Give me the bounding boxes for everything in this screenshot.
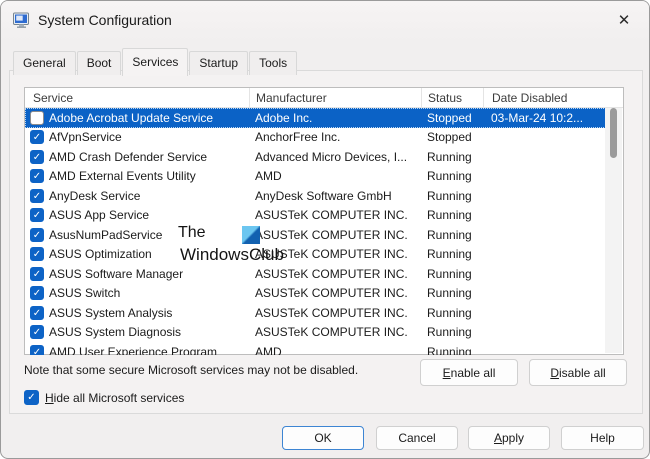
cell-manufacturer: ASUSTeK COMPUTER INC.	[249, 286, 421, 300]
table-row[interactable]: AMD Crash Defender ServiceAdvanced Micro…	[25, 147, 606, 167]
row-checkbox[interactable]	[30, 228, 44, 242]
cell-manufacturer: ASUSTeK COMPUTER INC.	[249, 267, 421, 281]
table-row[interactable]: ASUS App ServiceASUSTeK COMPUTER INC.Run…	[25, 206, 606, 226]
row-checkbox[interactable]	[30, 286, 44, 300]
cell-manufacturer: AnchorFree Inc.	[249, 130, 421, 144]
cell-date: 03-Mar-24 10:2...	[483, 111, 606, 125]
services-list: Service Manufacturer Status Date Disable…	[24, 87, 624, 355]
cell-manufacturer: Advanced Micro Devices, I...	[249, 150, 421, 164]
tab-services[interactable]: Services	[122, 48, 188, 76]
disable-all-button[interactable]: Disable all	[529, 359, 627, 386]
row-checkbox[interactable]	[30, 306, 44, 320]
vertical-scrollbar[interactable]	[605, 108, 622, 353]
table-row[interactable]: ASUS OptimizationASUSTeK COMPUTER INC.Ru…	[25, 245, 606, 265]
table-body: Adobe Acrobat Update ServiceAdobe Inc.St…	[25, 108, 623, 355]
table-row[interactable]: Adobe Acrobat Update ServiceAdobe Inc.St…	[25, 108, 606, 128]
cell-service: Adobe Acrobat Update Service	[49, 111, 249, 125]
cell-service: ASUS Switch	[49, 286, 249, 300]
row-checkbox[interactable]	[30, 130, 44, 144]
table-row[interactable]: ASUS SwitchASUSTeK COMPUTER INC.Running	[25, 284, 606, 304]
tab-startup[interactable]: Startup	[189, 51, 248, 75]
hide-microsoft-services-label: Hide all Microsoft services	[45, 391, 184, 405]
cancel-button[interactable]: Cancel	[376, 426, 458, 450]
cell-service: AfVpnService	[49, 130, 249, 144]
cell-manufacturer: AMD	[249, 345, 421, 355]
cell-service: ASUS App Service	[49, 208, 249, 222]
cell-status: Stopped	[421, 111, 483, 125]
close-button[interactable]: ✕	[607, 4, 641, 36]
help-button[interactable]: Help	[561, 426, 644, 450]
cell-status: Running	[421, 150, 483, 164]
cell-manufacturer: ASUSTeK COMPUTER INC.	[249, 228, 421, 242]
tab-strip: General Boot Services Startup Tools	[13, 46, 298, 74]
cell-service: AMD User Experience Program	[49, 345, 249, 355]
title-bar: System Configuration ✕	[1, 1, 649, 41]
row-checkbox[interactable]	[30, 189, 44, 203]
cell-status: Running	[421, 267, 483, 281]
column-header-service[interactable]: Service	[25, 88, 249, 108]
cell-manufacturer: AMD	[249, 169, 421, 183]
row-checkbox[interactable]	[30, 169, 44, 183]
cell-service: AMD External Events Utility	[49, 169, 249, 183]
cell-service: ASUS System Analysis	[49, 306, 249, 320]
services-tab-page: Service Manufacturer Status Date Disable…	[9, 70, 643, 414]
cell-status: Running	[421, 306, 483, 320]
cell-service: AnyDesk Service	[49, 189, 249, 203]
system-configuration-dialog: System Configuration ✕ General Boot Serv…	[0, 0, 650, 459]
table-row[interactable]: AnyDesk ServiceAnyDesk Software GmbHRunn…	[25, 186, 606, 206]
cell-service: ASUS System Diagnosis	[49, 325, 249, 339]
cell-status: Running	[421, 286, 483, 300]
cell-status: Running	[421, 247, 483, 261]
table-row[interactable]: ASUS Software ManagerASUSTeK COMPUTER IN…	[25, 264, 606, 284]
cell-status: Running	[421, 169, 483, 183]
cell-status: Stopped	[421, 130, 483, 144]
tab-general[interactable]: General	[13, 51, 76, 75]
cell-manufacturer: ASUSTeK COMPUTER INC.	[249, 306, 421, 320]
cell-service: AsusNumPadService	[49, 228, 249, 242]
cell-service: AMD Crash Defender Service	[49, 150, 249, 164]
cell-manufacturer: ASUSTeK COMPUTER INC.	[249, 247, 421, 261]
cell-service: ASUS Software Manager	[49, 267, 249, 281]
column-header-date-disabled[interactable]: Date Disabled	[483, 88, 623, 108]
cell-service: ASUS Optimization	[49, 247, 249, 261]
cell-status: Running	[421, 189, 483, 203]
cell-manufacturer: ASUSTeK COMPUTER INC.	[249, 208, 421, 222]
hide-microsoft-services-row: Hide all Microsoft services	[24, 390, 184, 405]
cell-manufacturer: ASUSTeK COMPUTER INC.	[249, 325, 421, 339]
tab-tools[interactable]: Tools	[249, 51, 297, 75]
row-checkbox[interactable]	[30, 267, 44, 281]
table-row[interactable]: AsusNumPadServiceASUSTeK COMPUTER INC.Ru…	[25, 225, 606, 245]
cell-manufacturer: AnyDesk Software GmbH	[249, 189, 421, 203]
table-row[interactable]: AMD User Experience ProgramAMDRunning	[25, 342, 606, 355]
apply-button[interactable]: Apply	[468, 426, 550, 450]
row-checkbox[interactable]	[30, 247, 44, 261]
list-header: Service Manufacturer Status Date Disable…	[25, 88, 623, 108]
row-checkbox[interactable]	[30, 345, 44, 355]
cell-manufacturer: Adobe Inc.	[249, 111, 421, 125]
cell-status: Running	[421, 208, 483, 222]
table-row[interactable]: AfVpnServiceAnchorFree Inc.Stopped	[25, 128, 606, 148]
cell-status: Running	[421, 325, 483, 339]
table-row[interactable]: AMD External Events UtilityAMDRunning	[25, 167, 606, 187]
cell-status: Running	[421, 228, 483, 242]
row-checkbox[interactable]	[30, 325, 44, 339]
ok-button[interactable]: OK	[282, 426, 364, 450]
tab-boot[interactable]: Boot	[77, 51, 122, 75]
table-row[interactable]: ASUS System DiagnosisASUSTeK COMPUTER IN…	[25, 323, 606, 343]
row-checkbox[interactable]	[30, 111, 44, 125]
close-icon: ✕	[618, 11, 631, 29]
window-title: System Configuration	[38, 12, 172, 28]
scrollbar-thumb[interactable]	[610, 108, 617, 158]
table-row[interactable]: ASUS System AnalysisASUSTeK COMPUTER INC…	[25, 303, 606, 323]
services-note: Note that some secure Microsoft services…	[24, 363, 358, 377]
column-header-status[interactable]: Status	[421, 88, 483, 108]
msconfig-app-icon	[13, 12, 30, 29]
row-checkbox[interactable]	[30, 150, 44, 164]
cell-status: Running	[421, 345, 483, 355]
column-header-manufacturer[interactable]: Manufacturer	[249, 88, 421, 108]
row-checkbox[interactable]	[30, 208, 44, 222]
hide-microsoft-services-checkbox[interactable]	[24, 390, 39, 405]
enable-all-button[interactable]: Enable all	[420, 359, 518, 386]
